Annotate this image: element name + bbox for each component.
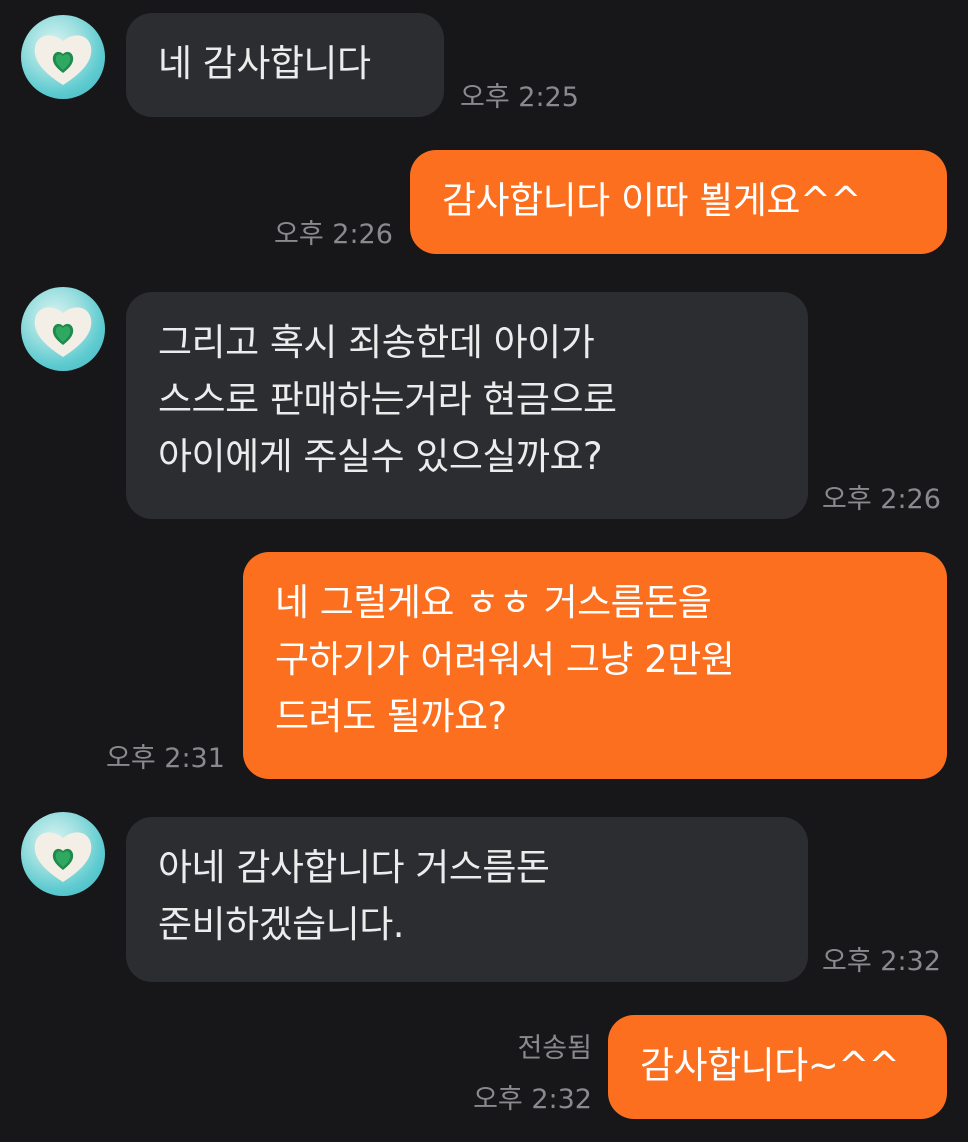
message-bubble[interactable]: 그리고 혹시 죄송한데 아이가 스스로 판매하는거라 현금으로 아이에게 주실수… [126, 292, 808, 519]
heart-avatar-icon [34, 832, 92, 882]
message-bubble[interactable]: 네 감사합니다 [126, 13, 444, 117]
heart-avatar-icon [34, 35, 92, 85]
message-time: 오후 2:32 [473, 1084, 592, 1115]
message-time: 오후 2:26 [274, 219, 393, 250]
message-time: 오후 2:25 [460, 82, 579, 113]
message-time: 오후 2:26 [822, 484, 941, 515]
message-bubble[interactable]: 감사합니다 이따 뵐게요^^ [410, 150, 947, 254]
chat-thread: 네 감사합니다 오후 2:25 오후 2:26 감사합니다 이따 뵐게요^^ 그… [0, 0, 968, 1142]
profile-avatar[interactable] [21, 812, 105, 896]
heart-avatar-icon [34, 307, 92, 357]
message-bubble[interactable]: 감사합니다~^^ [608, 1015, 947, 1119]
message-bubble[interactable]: 네 그럴게요 ㅎㅎ 거스름돈을 구하기가 어려워서 그냥 2만원 드려도 될까요… [243, 552, 947, 779]
message-time: 오후 2:31 [106, 743, 225, 774]
message-bubble[interactable]: 아네 감사합니다 거스름돈 준비하겠습니다. [126, 817, 808, 982]
message-time: 오후 2:32 [822, 946, 941, 977]
profile-avatar[interactable] [21, 15, 105, 99]
profile-avatar[interactable] [21, 287, 105, 371]
sent-status: 전송됨 [517, 1033, 592, 1064]
